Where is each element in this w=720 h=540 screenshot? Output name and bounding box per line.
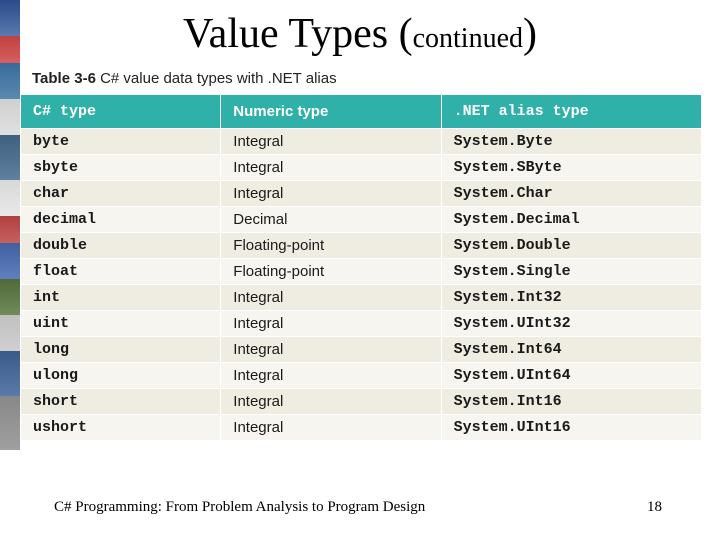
caption-text: C# value data types with .NET alias: [96, 70, 337, 87]
table-row: decimalDecimalSystem.Decimal: [21, 207, 702, 233]
header-csharp-type: C# type: [21, 95, 221, 129]
cell-alias: System.UInt64: [441, 363, 701, 389]
table-row: byteIntegralSystem.Byte: [21, 129, 702, 155]
header-net-alias: .NET alias type: [441, 95, 701, 129]
table-row: sbyteIntegralSystem.SByte: [21, 155, 702, 181]
caption-label: Table 3-6: [32, 70, 96, 87]
cell-type: long: [21, 337, 221, 363]
table-row: shortIntegralSystem.Int16: [21, 389, 702, 415]
table-header-row: C# type Numeric type .NET alias type: [21, 95, 702, 129]
cell-numeric: Integral: [221, 415, 441, 441]
cell-type: ushort: [21, 415, 221, 441]
title-sub: continued: [413, 23, 523, 54]
cell-type: byte: [21, 129, 221, 155]
cell-numeric: Integral: [221, 285, 441, 311]
cell-type: int: [21, 285, 221, 311]
title-main: Value Types: [183, 11, 399, 57]
cell-numeric: Integral: [221, 181, 441, 207]
paren-open: (: [399, 11, 413, 57]
cell-alias: System.UInt32: [441, 311, 701, 337]
cell-alias: System.Int16: [441, 389, 701, 415]
cell-alias: System.Char: [441, 181, 701, 207]
table-caption: Table 3-6 C# value data types with .NET …: [32, 70, 337, 87]
cell-numeric: Integral: [221, 311, 441, 337]
table-body: byteIntegralSystem.Byte sbyteIntegralSys…: [21, 129, 702, 441]
table-row: charIntegralSystem.Char: [21, 181, 702, 207]
table-row: doubleFloating-pointSystem.Double: [21, 233, 702, 259]
table-row: floatFloating-pointSystem.Single: [21, 259, 702, 285]
cell-type: uint: [21, 311, 221, 337]
cell-numeric: Integral: [221, 155, 441, 181]
types-table: C# type Numeric type .NET alias type byt…: [20, 94, 702, 441]
cell-alias: System.UInt16: [441, 415, 701, 441]
footer-book-title: C# Programming: From Problem Analysis to…: [54, 499, 425, 516]
cell-type: decimal: [21, 207, 221, 233]
cell-numeric: Floating-point: [221, 233, 441, 259]
slide: Value Types (continued) Table 3-6 C# val…: [0, 0, 720, 540]
cell-numeric: Integral: [221, 389, 441, 415]
cell-type: sbyte: [21, 155, 221, 181]
slide-title: Value Types (continued): [0, 10, 720, 58]
paren-close: ): [523, 11, 537, 57]
table-row: ulongIntegralSystem.UInt64: [21, 363, 702, 389]
cell-alias: System.Single: [441, 259, 701, 285]
cell-type: double: [21, 233, 221, 259]
cell-numeric: Decimal: [221, 207, 441, 233]
cell-alias: System.SByte: [441, 155, 701, 181]
cell-alias: System.Decimal: [441, 207, 701, 233]
cell-type: char: [21, 181, 221, 207]
table-row: intIntegralSystem.Int32: [21, 285, 702, 311]
footer-page-number: 18: [647, 499, 662, 516]
cell-alias: System.Int32: [441, 285, 701, 311]
cell-alias: System.Byte: [441, 129, 701, 155]
cell-numeric: Integral: [221, 363, 441, 389]
cell-numeric: Floating-point: [221, 259, 441, 285]
cell-numeric: Integral: [221, 129, 441, 155]
cell-alias: System.Int64: [441, 337, 701, 363]
table-row: ushortIntegralSystem.UInt16: [21, 415, 702, 441]
cell-numeric: Integral: [221, 337, 441, 363]
cell-type: ulong: [21, 363, 221, 389]
header-numeric-type: Numeric type: [221, 95, 441, 129]
table-row: longIntegralSystem.Int64: [21, 337, 702, 363]
cell-type: float: [21, 259, 221, 285]
cell-alias: System.Double: [441, 233, 701, 259]
table-row: uintIntegralSystem.UInt32: [21, 311, 702, 337]
decorative-left-strip: [0, 0, 20, 450]
cell-type: short: [21, 389, 221, 415]
